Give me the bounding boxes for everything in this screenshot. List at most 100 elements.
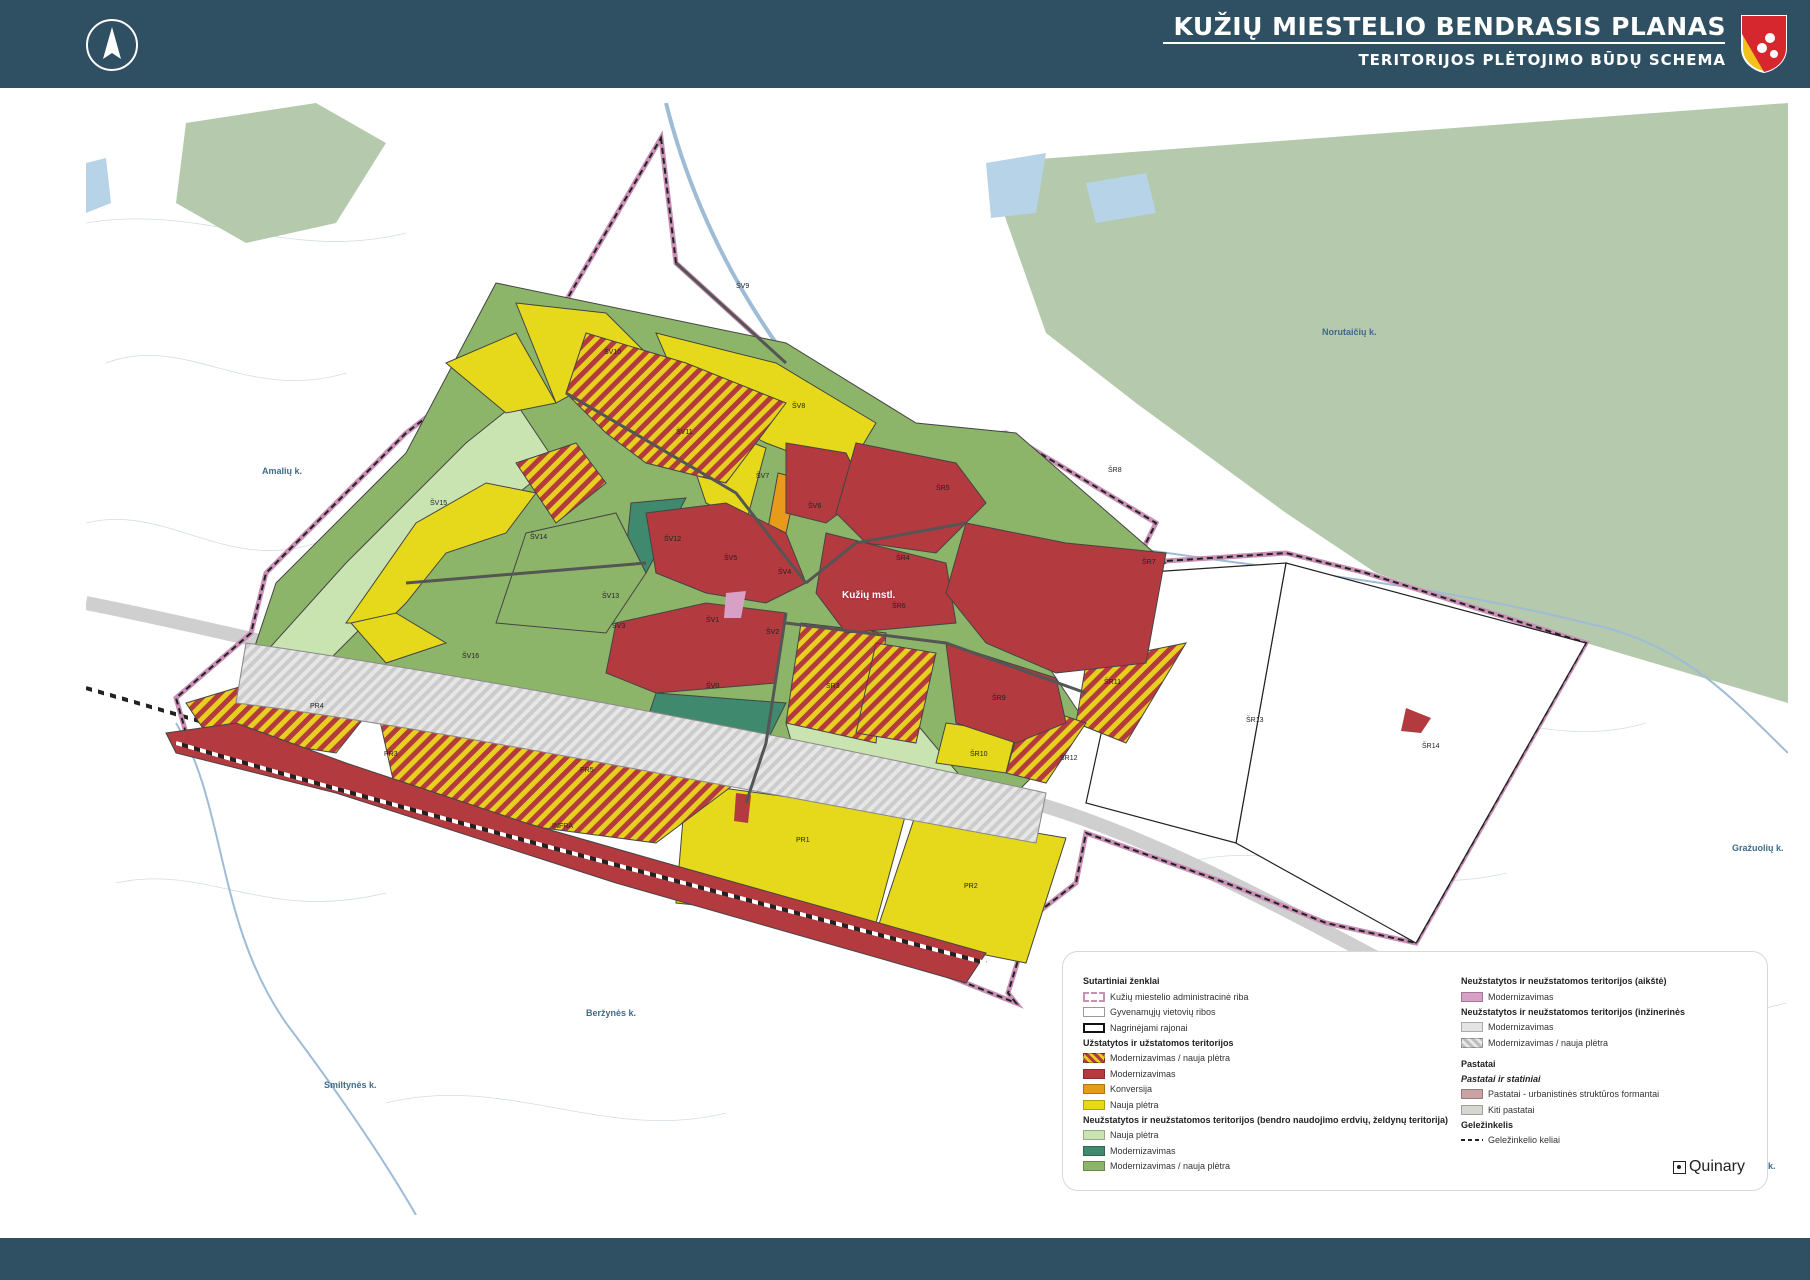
legend-swatch — [1083, 1022, 1105, 1033]
legend-label: Modernizavimas — [1110, 1068, 1176, 1079]
zone-label: ŠR11 — [1104, 679, 1121, 686]
legend-item: Modernizavimas — [1083, 1066, 1463, 1082]
place-label-amaliai: Amalių k. — [262, 466, 303, 476]
zone-label: ŠV2 — [766, 629, 780, 636]
zone-label: ŠR10 — [970, 751, 988, 758]
zone-label: ŠV16 — [462, 653, 480, 660]
zone-label: ŠV7 — [756, 473, 770, 480]
zone-label: ŠR8 — [1108, 467, 1122, 474]
place-label-norutaiciai: Norutaičių k. — [1322, 327, 1377, 337]
zone-label: ŠR7 — [1142, 559, 1156, 566]
legend-title: Sutartiniai ženklai — [1083, 976, 1160, 986]
legend-item: Nagrinėjami rajonai — [1083, 1020, 1463, 1036]
zone-label: ŠR5 — [936, 485, 950, 492]
pond-west — [86, 158, 111, 213]
zone-label: ŠR4 — [896, 555, 910, 562]
legend-heading-rail: Geležinkelis — [1461, 1119, 1514, 1130]
zone-label: ŠV11 — [676, 429, 693, 436]
legend-heading-buildings: Pastatai — [1461, 1058, 1496, 1069]
brand-logo: Quinary — [1672, 1158, 1745, 1176]
coat-of-arms-icon — [1740, 14, 1788, 74]
zone-label: ŠV9 — [736, 283, 750, 290]
legend-label: Kužių miestelio administracinė riba — [1110, 991, 1249, 1002]
zone-label: ŠV6 — [808, 503, 822, 510]
legend-item: Modernizavimas — [1461, 1020, 1751, 1036]
legend-label: Modernizavimas / nauja plėtra — [1110, 1053, 1231, 1064]
legend-swatch — [1461, 1037, 1483, 1048]
legend-heading-built: Užstatytos ir užstatomos teritorijos — [1083, 1037, 1234, 1048]
zone-label: ŠR6 — [892, 603, 906, 610]
legend-heading-engineering: Neužstatytos ir neužstatomos teritorijos… — [1461, 1006, 1686, 1017]
legend-swatch — [1083, 1007, 1105, 1018]
legend-swatch — [1461, 991, 1483, 1002]
legend-item: Modernizavimas / nauja plėtra — [1083, 1051, 1463, 1067]
legend-label: Modernizavimas / nauja plėtra — [1488, 1037, 1609, 1048]
legend-label: Modernizavimas / nauja plėtra — [1110, 1161, 1231, 1172]
legend-swatch — [1083, 1099, 1105, 1110]
legend-item: Gyvenamųjų vietovių ribos — [1083, 1005, 1463, 1021]
legend-label: Pastatai - urbanistinės struktūros forma… — [1488, 1089, 1660, 1100]
legend-swatch — [1461, 1089, 1483, 1100]
zone-label: ŠV12 — [664, 536, 682, 543]
legend-swatch — [1083, 1145, 1105, 1156]
legend-swatch — [1461, 1104, 1483, 1115]
zone-label: PR1 — [796, 837, 810, 844]
zone-label: ŠV14 — [530, 534, 548, 541]
legend-column-1: Sutartiniai ženklai Kužių miestelio admi… — [1083, 974, 1463, 1174]
legend-label: Nagrinėjami rajonai — [1110, 1022, 1188, 1033]
legend-swatch — [1461, 1139, 1483, 1142]
legend-swatch — [1083, 1053, 1105, 1064]
zone-label: PR2 — [964, 883, 978, 890]
legend-column-2: Neužstatytos ir neužstatomos teritorijos… — [1461, 974, 1751, 1148]
legend-heading-green: Neužstatytos ir neužstatomos teritorijos… — [1083, 1114, 1449, 1125]
brand-icon — [1672, 1160, 1686, 1174]
legend-item: Pastatai - urbanistinės struktūros forma… — [1461, 1087, 1751, 1103]
legend-label: Nauja plėtra — [1110, 1130, 1159, 1141]
legend-swatch — [1461, 1022, 1483, 1033]
page-subtitle: TERITORIJOS PLĖTOJIMO BŪDŲ SCHEMA — [1358, 51, 1726, 69]
legend-swatch — [1083, 1130, 1105, 1141]
zone-label: PR5 — [580, 767, 594, 774]
legend-heading-square: Neužstatytos ir neužstatomos teritorijos… — [1461, 976, 1667, 986]
legend-swatch — [1083, 1161, 1105, 1172]
page-title: KUŽIŲ MIESTELIO BENDRASIS PLANAS — [1173, 12, 1726, 41]
legend-item: Modernizavimas — [1461, 989, 1751, 1005]
place-label-edge: k. — [1768, 1161, 1776, 1171]
legend-label: Nauja plėtra — [1110, 1099, 1159, 1110]
zone-label: PR4 — [310, 703, 324, 710]
zone-label: ŠV4 — [778, 569, 792, 576]
zone-label: ŠV1 — [706, 617, 720, 624]
legend-swatch — [1083, 1068, 1105, 1079]
legend-item: Modernizavimas — [1083, 1143, 1463, 1159]
zone-label: INFRA — [552, 823, 573, 830]
zone-label: PR3 — [384, 751, 398, 758]
zone-label: ŠV5 — [724, 555, 738, 562]
footer-bar — [0, 1238, 1810, 1280]
legend-label: Modernizavimas — [1110, 1145, 1176, 1156]
legend-item: Nauja plėtra — [1083, 1097, 1463, 1113]
zone-label: ŠV13 — [602, 593, 620, 600]
legend-item: Nauja plėtra — [1083, 1128, 1463, 1144]
map-legend: Sutartiniai ženklai Kužių miestelio admi… — [1062, 951, 1768, 1191]
legend-label: Geležinkelio keliai — [1488, 1135, 1561, 1146]
zone-label: ŠV15 — [430, 500, 448, 507]
legend-item: Kiti pastatai — [1461, 1102, 1751, 1118]
forest-area-west — [176, 103, 386, 243]
title-divider — [1163, 42, 1725, 44]
legend-label: Modernizavimas — [1488, 1022, 1554, 1033]
place-label-berzynes: Beržynės k. — [586, 1008, 637, 1018]
town-label-kuziai: Kužių mstl. — [842, 590, 896, 601]
zone-label: ŠV3 — [612, 623, 626, 630]
legend-swatch — [1083, 1084, 1105, 1095]
brand-name: Quinary — [1688, 1158, 1745, 1175]
legend-item: Geležinkelio keliai — [1461, 1133, 1751, 1149]
place-label-grazuoliai: Gražuolių k. — [1732, 843, 1784, 853]
legend-label: Gyvenamųjų vietovių ribos — [1110, 1007, 1216, 1018]
zone-label: ŠV10 — [604, 349, 622, 356]
zone-label: ŠR13 — [1246, 717, 1264, 724]
header-bar: KUŽIŲ MIESTELIO BENDRASIS PLANAS TERITOR… — [0, 0, 1810, 88]
zone-label: ŠR9 — [992, 695, 1006, 702]
zone-label: ŠR14 — [1422, 743, 1440, 750]
legend-item: Konversija — [1083, 1082, 1463, 1098]
legend-subheading-buildings: Pastatai ir statiniai — [1461, 1073, 1541, 1084]
